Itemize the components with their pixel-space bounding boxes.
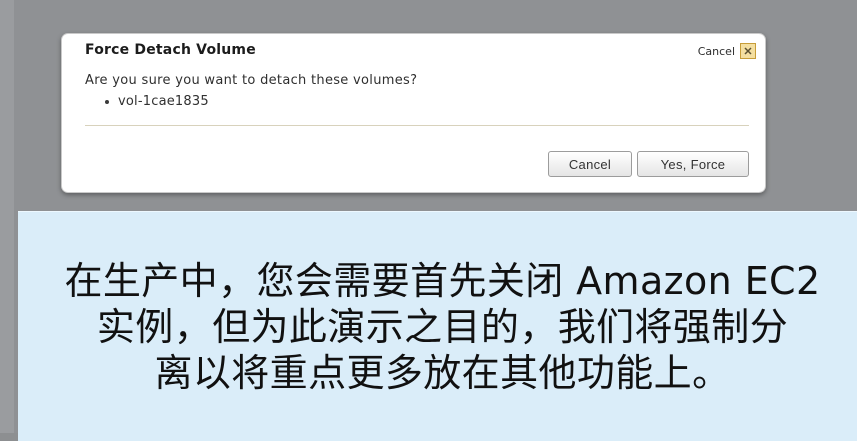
force-detach-volume-dialog: Force Detach Volume Cancel Are you sure … bbox=[61, 33, 766, 193]
dialog-title: Force Detach Volume bbox=[85, 42, 256, 58]
left-background-strip bbox=[0, 0, 14, 433]
confirmation-message: Are you sure you want to detach these vo… bbox=[85, 73, 418, 88]
volume-list-item: vol-1cae1835 bbox=[105, 94, 209, 109]
subtitle-line-1: 在生产中，您会需要首先关闭 Amazon EC2 bbox=[64, 259, 821, 303]
close-icon[interactable] bbox=[740, 43, 756, 59]
cancel-link[interactable]: Cancel bbox=[698, 43, 756, 59]
subtitle-line-3: 离以将重点更多放在其他功能上。 bbox=[154, 351, 731, 395]
volume-id: vol-1cae1835 bbox=[118, 94, 209, 109]
dialog-actions: Cancel Yes, Force bbox=[548, 151, 749, 177]
dialog-divider bbox=[85, 125, 749, 126]
subtitle-caption-box: 在生产中，您会需要首先关闭 Amazon EC2 实例，但为此演示之目的，我们将… bbox=[18, 211, 857, 441]
cancel-link-label[interactable]: Cancel bbox=[698, 45, 735, 58]
yes-force-button[interactable]: Yes, Force bbox=[637, 151, 749, 177]
subtitle-text: 在生产中，您会需要首先关闭 Amazon EC2 实例，但为此演示之目的，我们将… bbox=[28, 258, 857, 396]
subtitle-line-2: 实例，但为此演示之目的，我们将强制分 bbox=[96, 305, 789, 349]
cancel-button[interactable]: Cancel bbox=[548, 151, 632, 177]
bullet-icon bbox=[105, 99, 109, 104]
volume-list: vol-1cae1835 bbox=[105, 94, 209, 109]
